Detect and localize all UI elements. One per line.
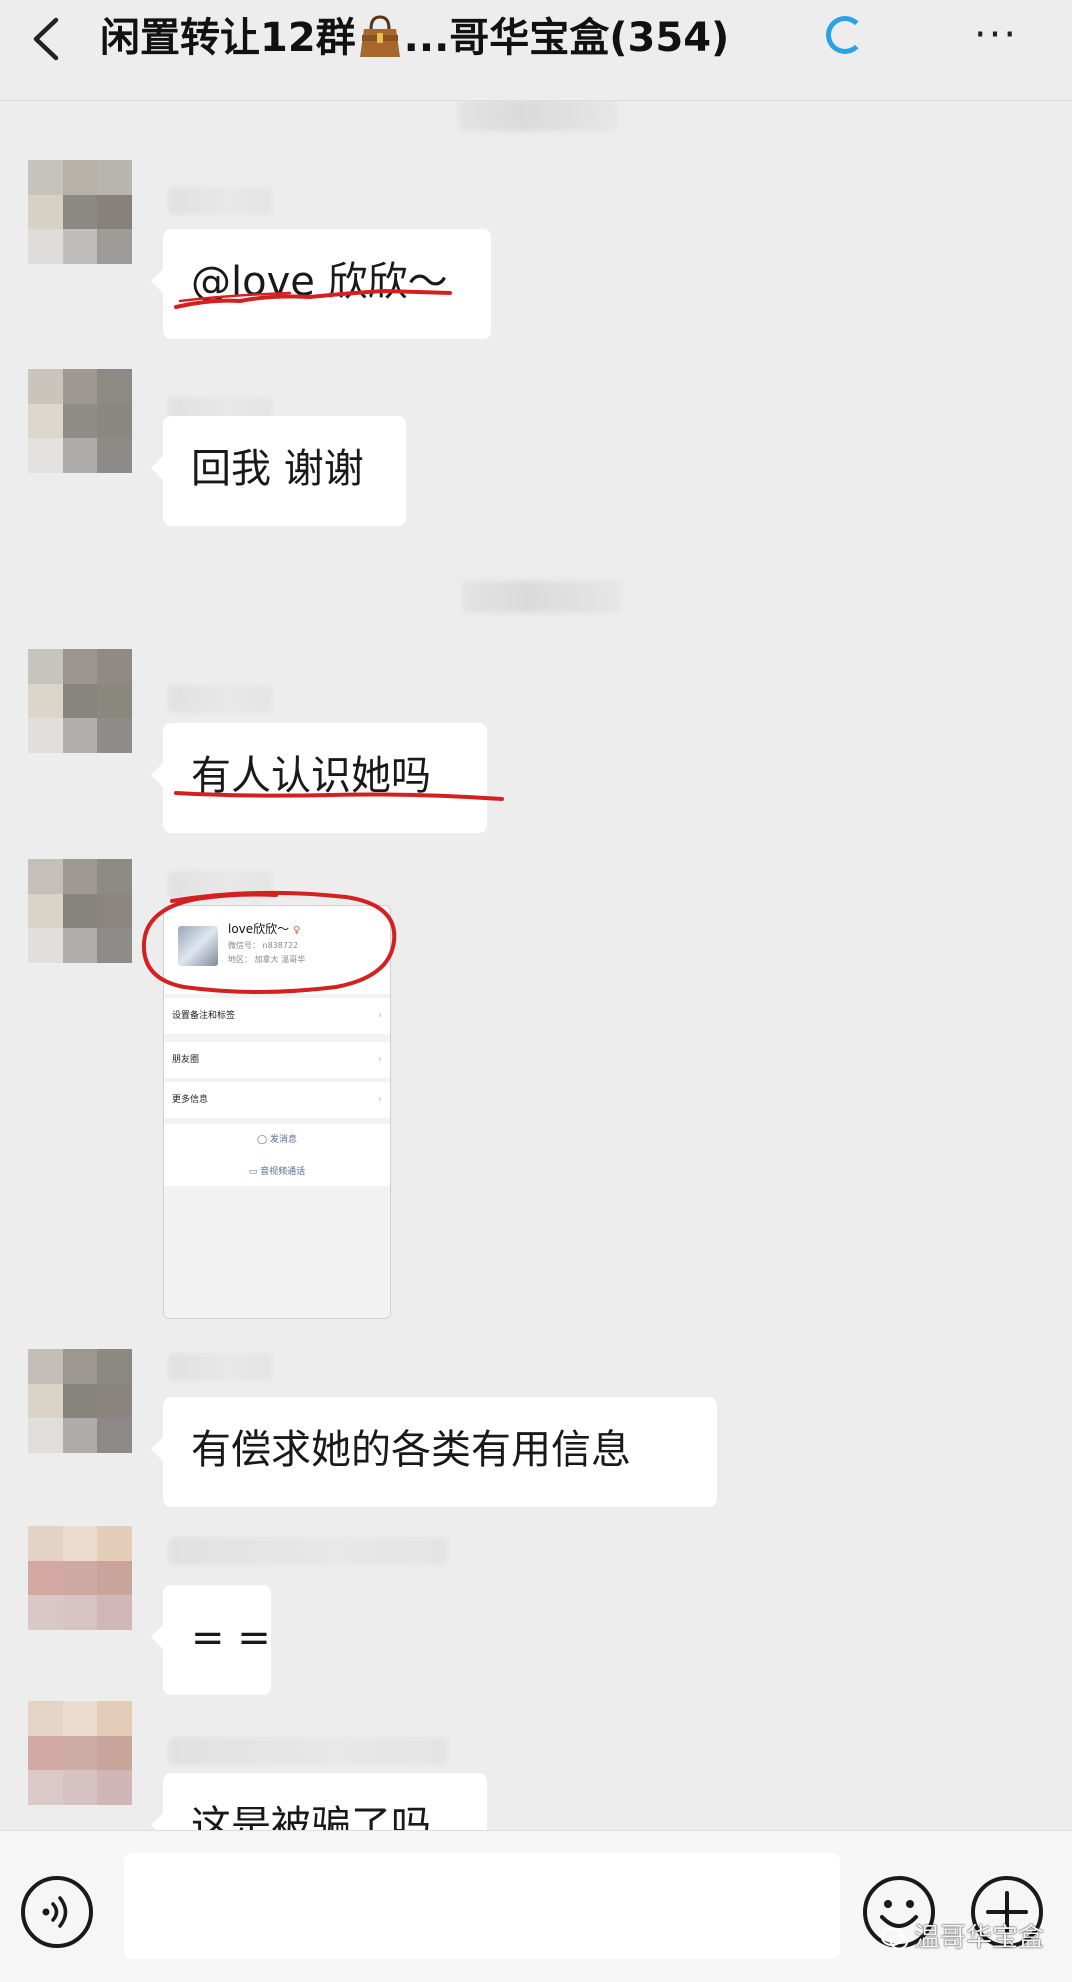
message-text: 有偿求她的各类有用信息 bbox=[191, 1427, 631, 1473]
avatar-blurred[interactable] bbox=[28, 859, 132, 963]
chat-bubble-icon: ◯ bbox=[257, 1135, 270, 1145]
message-bubble[interactable]: 回我 谢谢 bbox=[151, 416, 406, 526]
timestamp-blurred bbox=[458, 101, 618, 131]
message-text: = = bbox=[191, 1615, 271, 1661]
message-bubble[interactable]: 有人认识她吗 bbox=[151, 723, 487, 833]
message-bubble[interactable]: = = bbox=[151, 1585, 271, 1695]
group-title-suffix: ...哥华宝盒(354) bbox=[403, 15, 730, 61]
sender-name-blurred bbox=[168, 1537, 448, 1565]
sender-name-blurred bbox=[168, 1353, 272, 1381]
message-text: 这是被骗了吗 bbox=[191, 1803, 431, 1830]
female-icon: ♀ bbox=[293, 925, 301, 936]
chevron-left-icon[interactable] bbox=[26, 14, 66, 64]
video-camera-icon: ▭ bbox=[248, 1167, 261, 1177]
voice-icon[interactable] bbox=[20, 1875, 94, 1949]
chevron-right-icon: › bbox=[378, 1010, 382, 1021]
group-title: 闲置转让12群 ...哥华宝盒(354) bbox=[100, 8, 780, 68]
video-call-action: ▭ 音视频通话 bbox=[164, 1156, 390, 1188]
message-text: @love 欣欣～ bbox=[191, 259, 448, 305]
row-remark-tags: 设置备注和标签 › bbox=[164, 998, 390, 1034]
profile-region: 地区： 加拿大 温哥华 bbox=[228, 955, 306, 964]
sender-name-blurred bbox=[168, 685, 272, 713]
chevron-right-icon: › bbox=[378, 1054, 382, 1065]
message-bubble[interactable]: @love 欣欣～ bbox=[151, 229, 491, 339]
message-input[interactable] bbox=[124, 1853, 840, 1959]
watermark: 温哥华宝盒 bbox=[880, 1917, 1060, 1957]
message-bubble[interactable]: 这是被骗了吗 bbox=[151, 1773, 487, 1830]
avatar-blurred[interactable] bbox=[28, 1349, 132, 1453]
message-text: 有人认识她吗 bbox=[191, 753, 431, 799]
chevron-right-icon: › bbox=[378, 1094, 382, 1105]
avatar-blurred[interactable] bbox=[28, 649, 132, 753]
more-dots-icon[interactable]: ··· bbox=[966, 15, 1026, 56]
avatar-blurred[interactable] bbox=[28, 1701, 132, 1805]
avatar-blurred[interactable] bbox=[28, 1526, 132, 1630]
profile-avatar bbox=[178, 926, 218, 966]
loading-spinner-icon bbox=[826, 16, 864, 54]
chat-header: 闲置转让12群 ...哥华宝盒(354) ··· bbox=[0, 0, 1072, 101]
row-moments: 朋友圈 › bbox=[164, 1042, 390, 1078]
screenshot-image-message[interactable]: love欣欣～ ♀ 微信号： n838722 地区： 加拿大 温哥华 设置备注和标… bbox=[163, 905, 391, 1319]
avatar-blurred[interactable] bbox=[28, 369, 132, 473]
wechat-logo-icon bbox=[881, 1927, 908, 1949]
profile-card: love欣欣～ ♀ 微信号： n838722 地区： 加拿大 温哥华 bbox=[164, 906, 390, 994]
sender-name-blurred bbox=[168, 187, 272, 215]
row-more-info: 更多信息 › bbox=[164, 1082, 390, 1118]
group-title-prefix: 闲置转让12群 bbox=[100, 15, 356, 61]
message-text: 回我 谢谢 bbox=[191, 446, 364, 492]
message-bubble[interactable]: 有偿求她的各类有用信息 bbox=[151, 1397, 717, 1507]
timestamp-blurred bbox=[462, 581, 622, 613]
profile-name: love欣欣～ ♀ bbox=[228, 922, 301, 936]
send-message-action: ◯ 发消息 bbox=[164, 1124, 390, 1156]
sender-name-blurred bbox=[168, 871, 272, 899]
message-list[interactable]: @love 欣欣～ 回我 谢谢 有人认识她吗 love欣欣～ ♀ 微信号： n8… bbox=[0, 101, 1072, 1830]
handbag-emoji-icon bbox=[359, 15, 400, 57]
avatar-blurred[interactable] bbox=[28, 160, 132, 264]
sender-name-blurred bbox=[168, 1737, 448, 1765]
empty-area bbox=[164, 1186, 390, 1318]
input-bar: 温哥华宝盒 bbox=[0, 1830, 1072, 1982]
profile-wechat-id: 微信号： n838722 bbox=[228, 941, 299, 950]
